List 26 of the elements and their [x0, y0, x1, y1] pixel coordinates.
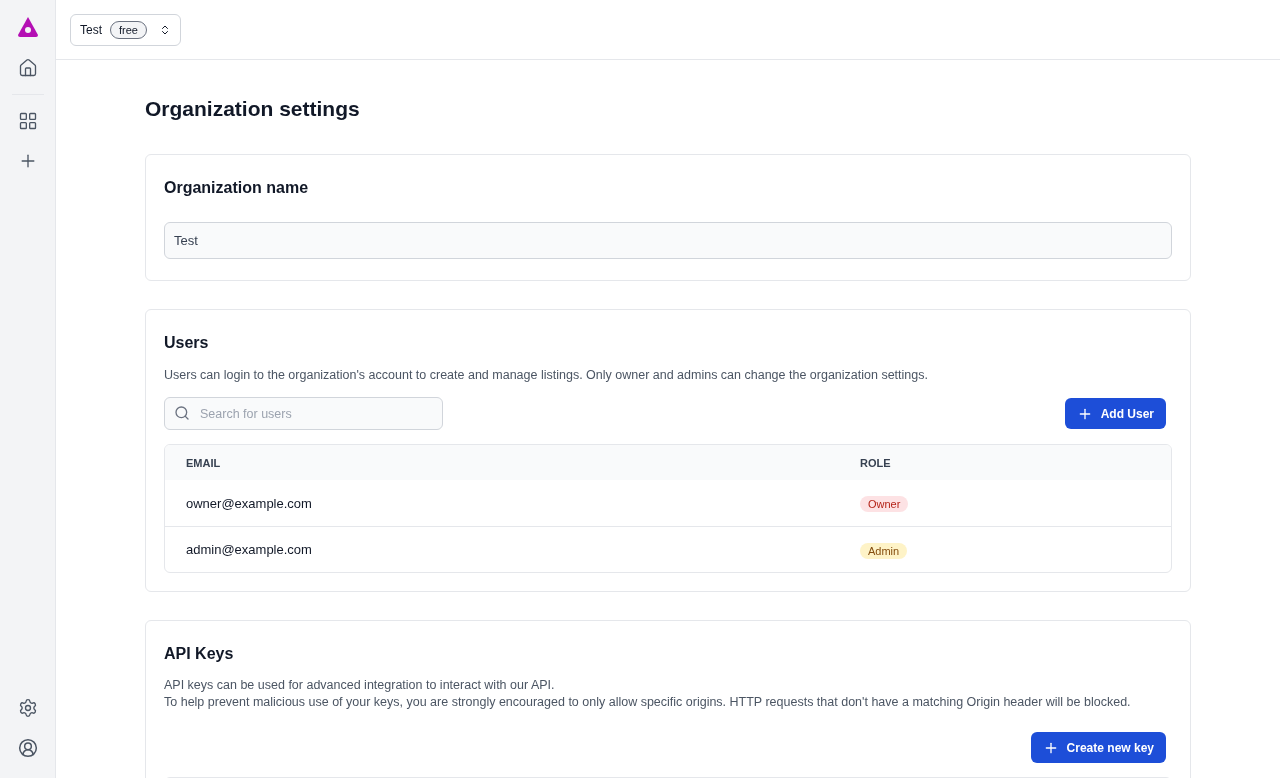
- organization-name-field[interactable]: Test: [164, 221, 1172, 259]
- column-header: EMAIL: [186, 455, 222, 471]
- email-cell-text: admin@example.com: [186, 541, 313, 559]
- section-description: API keys can be used for advanced integration to interact with our API.: [164, 677, 556, 695]
- section-title: Organization name: [164, 177, 310, 198]
- column-header: ROLE: [860, 455, 892, 471]
- add-user-button[interactable]: Add User: [1064, 398, 1166, 430]
- search-field[interactable]: Search for users: [164, 397, 443, 431]
- email-cell-text: owner@example.com: [186, 494, 313, 513]
- account-icon[interactable]: [17, 738, 38, 758]
- search-icon: [174, 405, 190, 422]
- role-badge: Owner: [860, 496, 909, 513]
- create-key-button[interactable]: Create new key: [1030, 732, 1166, 764]
- role-badge: Admin: [860, 542, 908, 559]
- home-icon[interactable]: [17, 58, 38, 78]
- settings-icon[interactable]: [17, 698, 38, 718]
- section-title: API Keys: [164, 644, 235, 665]
- organization-switcher[interactable]: Test free: [70, 13, 181, 46]
- plan-badge: free: [110, 20, 147, 39]
- section-title: Users: [164, 332, 210, 353]
- page-title: Organization settings: [145, 96, 361, 122]
- grid-icon[interactable]: [17, 111, 38, 131]
- chevrons-icon: [159, 23, 171, 36]
- logo-icon[interactable]: [16, 16, 39, 38]
- section-description: Users can login to the organization's account to create and manage listings. Only owner and admins can change the organization settings.: [164, 366, 929, 384]
- section-description: To help prevent malicious use of your keys, you are strongly encouraged to only allow specific origins. HTTP requests that don't have a matching Origin header will be blocked.: [164, 694, 1132, 712]
